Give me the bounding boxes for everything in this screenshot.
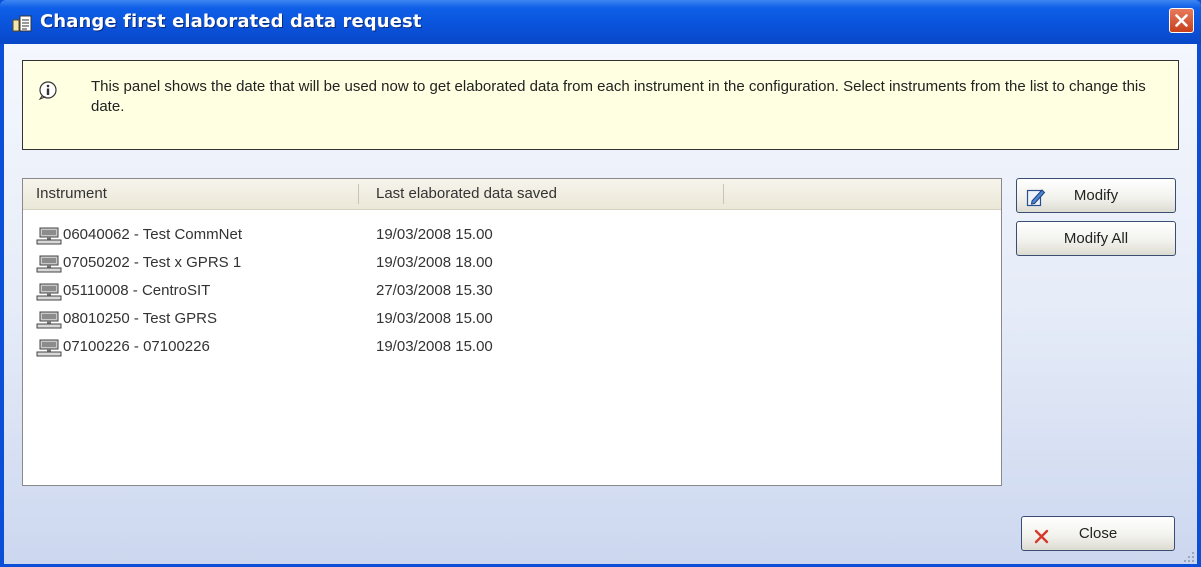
close-icon[interactable] — [1169, 8, 1194, 33]
info-icon — [38, 80, 58, 101]
list-item[interactable]: 06040062 - Test CommNet 19/03/2008 15.00 — [23, 221, 1001, 249]
computer-icon — [36, 227, 62, 245]
instrument-name: 05110008 - CentroSIT — [63, 282, 211, 299]
window-title: Change first elaborated data request — [40, 11, 422, 32]
column-header-last-saved[interactable]: Last elaborated data saved — [363, 179, 723, 209]
close-button-label: Close — [1078, 525, 1118, 542]
list-item[interactable]: 05110008 - CentroSIT 27/03/2008 15.30 — [23, 277, 1001, 305]
close-button[interactable]: Close — [1021, 516, 1175, 551]
computer-icon — [36, 339, 62, 357]
list-item[interactable]: 07100226 - 07100226 19/03/2008 15.00 — [23, 333, 1001, 361]
computer-icon — [36, 311, 62, 329]
last-saved-date: 27/03/2008 15.30 — [376, 282, 493, 299]
info-panel: This panel shows the date that will be u… — [22, 60, 1179, 150]
red-x-icon — [1032, 525, 1052, 545]
modify-button-label: Modify — [1073, 187, 1119, 204]
modify-all-button-label: Modify All — [1063, 230, 1129, 247]
list-item[interactable]: 07050202 - Test x GPRS 1 19/03/2008 18.0… — [23, 249, 1001, 277]
title-bar[interactable]: Change first elaborated data request — [0, 0, 1201, 44]
column-header-instrument[interactable]: Instrument — [23, 179, 358, 209]
computer-icon — [36, 255, 62, 273]
last-saved-date: 19/03/2008 15.00 — [376, 226, 493, 243]
computer-icon — [36, 283, 62, 301]
instrument-name: 08010250 - Test GPRS — [63, 310, 217, 327]
modify-all-button[interactable]: Modify All — [1016, 221, 1176, 256]
app-window-icon — [12, 14, 34, 34]
instrument-name: 07050202 - Test x GPRS 1 — [63, 254, 242, 271]
column-divider[interactable] — [723, 184, 724, 204]
instrument-name: 07100226 - 07100226 — [63, 338, 210, 355]
modify-button[interactable]: Modify — [1016, 178, 1176, 213]
dialog-window: Change first elaborated data request Thi… — [0, 0, 1201, 567]
instrument-list[interactable]: Instrument Last elaborated data saved 06… — [22, 178, 1002, 486]
list-header: Instrument Last elaborated data saved — [23, 179, 1001, 210]
last-saved-date: 19/03/2008 18.00 — [376, 254, 493, 271]
edit-icon — [1026, 186, 1046, 207]
resize-grip-icon[interactable] — [1183, 550, 1195, 562]
list-item[interactable]: 08010250 - Test GPRS 19/03/2008 15.00 — [23, 305, 1001, 333]
instrument-name: 06040062 - Test CommNet — [63, 226, 242, 243]
last-saved-date: 19/03/2008 15.00 — [376, 310, 493, 327]
column-divider[interactable] — [358, 184, 359, 204]
last-saved-date: 19/03/2008 15.00 — [376, 338, 493, 355]
dialog-body: This panel shows the date that will be u… — [4, 44, 1197, 564]
info-message: This panel shows the date that will be u… — [91, 78, 1146, 115]
